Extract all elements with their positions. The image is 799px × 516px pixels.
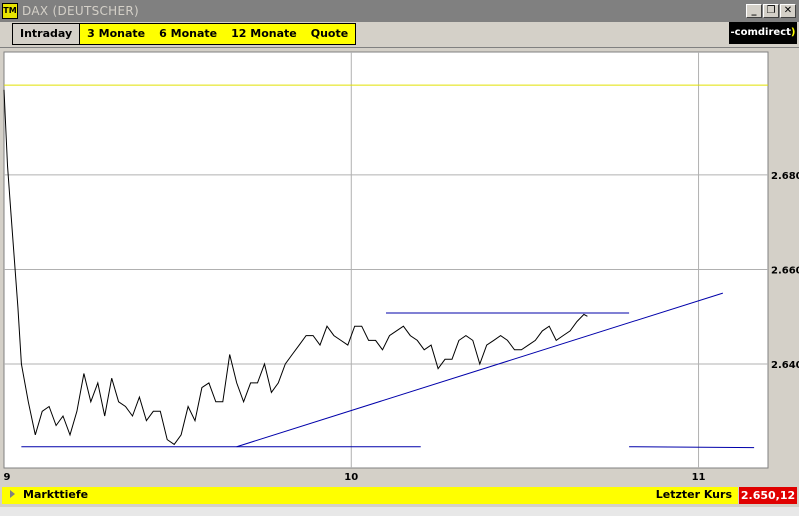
chart-area[interactable]: 9 10 11 2.640 2.660 2.680 (0, 47, 799, 487)
window-titlebar: TM DAX (DEUTSCHER) _ ❐ ✕ (0, 0, 799, 22)
comdirect-logo: -comdirect) (729, 22, 797, 44)
tab-quote[interactable]: Quote (304, 24, 355, 44)
last-price-label: Letzter Kurs (655, 488, 732, 501)
y-tick-label: 2.660 (771, 265, 799, 276)
close-button[interactable]: ✕ (780, 4, 796, 18)
x-tick-label: 10 (344, 472, 358, 483)
tab-bar: Intraday 3 Monate 6 Monate 12 Monate Quo… (0, 22, 799, 47)
minimize-button[interactable]: _ (746, 4, 762, 18)
y-tick-label: 2.640 (771, 360, 799, 371)
brand-name: comdirect (734, 27, 791, 38)
tab-6-monate[interactable]: 6 Monate (152, 24, 224, 44)
window-title: DAX (DEUTSCHER) (22, 4, 140, 18)
x-tick-label: 11 (692, 472, 706, 483)
tab-12-monate[interactable]: 12 Monate (224, 24, 304, 44)
tab-intraday[interactable]: Intraday (13, 24, 81, 44)
status-bar: Markttiefe Letzter Kurs 2.650,12 (0, 487, 799, 516)
restore-button[interactable]: ❐ (763, 4, 779, 18)
tab-strip: Intraday 3 Monate 6 Monate 12 Monate Quo… (12, 23, 357, 45)
app-icon: TM (2, 3, 18, 19)
markttiefe-button[interactable]: Markttiefe (23, 488, 88, 501)
expand-arrow-icon[interactable] (10, 490, 15, 498)
tab-3-monate[interactable]: 3 Monate (80, 24, 152, 44)
y-tick-label: 2.680 (771, 171, 799, 182)
footer-bar: Markttiefe Letzter Kurs (2, 487, 738, 504)
last-price-value: 2.650,12 (739, 487, 797, 504)
bottom-strip (0, 507, 799, 516)
x-tick-label: 9 (4, 472, 11, 483)
plot-background (3, 51, 769, 469)
intraday-chart: 9 10 11 2.640 2.660 2.680 (3, 51, 799, 483)
